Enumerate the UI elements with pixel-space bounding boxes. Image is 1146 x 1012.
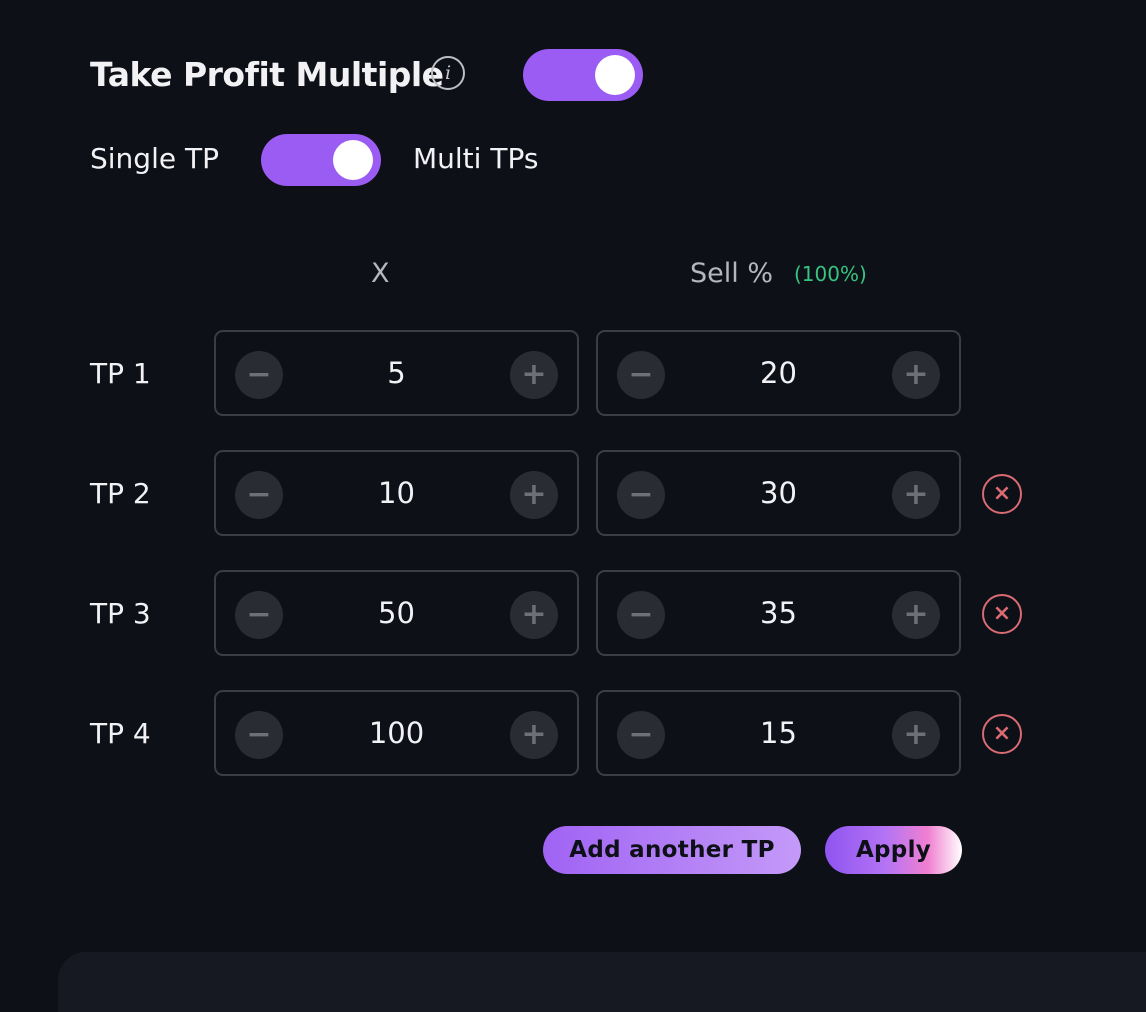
apply-button[interactable]: Apply <box>825 826 962 874</box>
x-stepper: − 5 + <box>214 330 579 416</box>
minus-icon[interactable]: − <box>617 711 665 759</box>
plus-icon[interactable]: + <box>892 351 940 399</box>
row-label: TP 1 <box>90 357 151 390</box>
plus-icon[interactable]: + <box>510 471 558 519</box>
toggle-knob <box>333 140 373 180</box>
minus-icon[interactable]: − <box>617 471 665 519</box>
single-tp-label: Single TP <box>90 142 219 175</box>
row-label: TP 2 <box>90 477 151 510</box>
section-title: Take Profit Multiple <box>90 55 444 94</box>
mode-toggle[interactable] <box>261 134 381 186</box>
sell-value[interactable]: 30 <box>678 452 879 534</box>
take-profit-toggle[interactable] <box>523 49 643 101</box>
next-panel <box>58 952 1146 1012</box>
sell-total-badge: (100%) <box>794 262 867 286</box>
plus-icon[interactable]: + <box>510 711 558 759</box>
x-stepper: − 50 + <box>214 570 579 656</box>
row-label: TP 3 <box>90 597 151 630</box>
remove-icon[interactable]: × <box>982 714 1022 754</box>
plus-icon[interactable]: + <box>510 351 558 399</box>
x-value[interactable]: 5 <box>296 332 497 414</box>
info-icon[interactable]: i <box>431 56 465 90</box>
sell-value[interactable]: 20 <box>678 332 879 414</box>
sell-stepper: − 15 + <box>596 690 961 776</box>
sell-value[interactable]: 15 <box>678 692 879 774</box>
x-stepper: − 10 + <box>214 450 579 536</box>
remove-icon[interactable]: × <box>982 474 1022 514</box>
x-value[interactable]: 10 <box>296 452 497 534</box>
row-label: TP 4 <box>90 717 151 750</box>
remove-icon[interactable]: × <box>982 594 1022 634</box>
x-value[interactable]: 100 <box>296 692 497 774</box>
sell-stepper: − 35 + <box>596 570 961 656</box>
minus-icon[interactable]: − <box>235 471 283 519</box>
minus-icon[interactable]: − <box>235 711 283 759</box>
sell-value[interactable]: 35 <box>678 572 879 654</box>
sell-stepper: − 20 + <box>596 330 961 416</box>
minus-icon[interactable]: − <box>617 591 665 639</box>
plus-icon[interactable]: + <box>892 591 940 639</box>
add-tp-button[interactable]: Add another TP <box>543 826 801 874</box>
column-header-x: X <box>371 258 390 289</box>
x-stepper: − 100 + <box>214 690 579 776</box>
column-header-sell: Sell % <box>690 258 773 289</box>
plus-icon[interactable]: + <box>892 471 940 519</box>
minus-icon[interactable]: − <box>235 591 283 639</box>
minus-icon[interactable]: − <box>235 351 283 399</box>
sell-stepper: − 30 + <box>596 450 961 536</box>
x-value[interactable]: 50 <box>296 572 497 654</box>
multi-tps-label: Multi TPs <box>413 142 539 175</box>
minus-icon[interactable]: − <box>617 351 665 399</box>
plus-icon[interactable]: + <box>892 711 940 759</box>
plus-icon[interactable]: + <box>510 591 558 639</box>
toggle-knob <box>595 55 635 95</box>
